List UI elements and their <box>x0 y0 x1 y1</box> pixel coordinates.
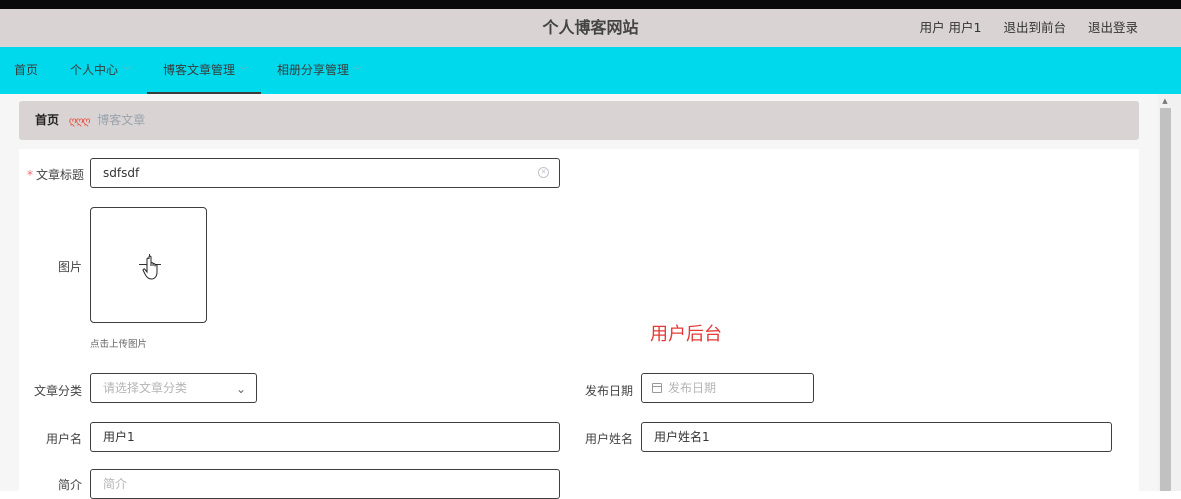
scroll-up-arrow-icon[interactable]: ▲ <box>1161 97 1169 105</box>
calendar-icon <box>652 383 662 393</box>
nav-item-blog-articles[interactable]: 博客文章管理 ﹀ <box>147 47 261 94</box>
username-input[interactable]: 用户1 <box>90 422 560 452</box>
breadcrumb-separator: ღღღ <box>68 116 91 127</box>
chevron-down-icon: ﹀ <box>239 67 249 77</box>
nav-item-label: 首页 <box>14 63 39 77</box>
hand-cursor-icon <box>142 255 158 280</box>
chevron-down-icon: ⌄ <box>235 382 246 396</box>
username-label: 用户名 <box>45 432 82 446</box>
breadcrumb-current: 博客文章 <box>97 113 146 127</box>
goto-front-link[interactable]: 退出到前台 <box>1003 20 1066 35</box>
intro-label: 简介 <box>57 478 82 492</box>
realname-value: 用户姓名1 <box>654 430 710 444</box>
title-input[interactable]: sdfsdf ✕ <box>90 158 560 188</box>
window-top-strip <box>0 0 1181 9</box>
realname-input[interactable]: 用户姓名1 <box>641 422 1112 452</box>
publish-date-label: 发布日期 <box>584 384 633 398</box>
upload-tip: 点击上传图片 <box>90 339 148 350</box>
publish-date-placeholder: 发布日期 <box>668 381 717 395</box>
overlay-text: 用户后台 <box>650 324 722 345</box>
nav-item-label: 博客文章管理 <box>163 63 236 77</box>
nav-item-personal-center[interactable]: 个人中心 ﹀ <box>70 47 131 94</box>
category-select[interactable]: 请选择文章分类 ⌄ <box>90 373 257 403</box>
title-input-value: sdfsdf <box>103 166 140 180</box>
intro-input[interactable]: 简介 <box>90 469 560 499</box>
header-actions: 用户 用户1 退出到前台 退出登录 <box>920 9 1138 47</box>
logout-link[interactable]: 退出登录 <box>1088 20 1138 35</box>
title-label: * 文章标题 <box>4 166 84 183</box>
breadcrumb: 首页 ღღღ 博客文章 <box>19 101 1139 140</box>
username-value: 用户1 <box>103 430 135 444</box>
realname-label: 用户姓名 <box>584 432 633 446</box>
required-mark: * <box>26 168 33 182</box>
category-label: 文章分类 <box>33 384 82 398</box>
main-nav: 首页 个人中心 ﹀ 博客文章管理 ﹀ 相册分享管理 ﹀ <box>0 47 1181 94</box>
image-label: 图片 <box>57 260 82 274</box>
clear-icon[interactable]: ✕ <box>538 167 549 178</box>
nav-item-label: 相册分享管理 <box>277 63 350 77</box>
title-label-text: 文章标题 <box>35 168 84 182</box>
intro-placeholder: 简介 <box>103 477 128 491</box>
chevron-down-icon: ﹀ <box>122 67 132 77</box>
nav-item-album-share[interactable]: 相册分享管理 ﹀ <box>277 47 362 94</box>
nav-item-label: 个人中心 <box>70 63 119 77</box>
breadcrumb-home[interactable]: 首页 <box>35 113 59 127</box>
publish-date-input[interactable]: 发布日期 <box>641 373 814 403</box>
top-header: 个人博客网站 用户 用户1 退出到前台 退出登录 <box>0 9 1181 47</box>
chevron-down-icon: ﹀ <box>353 67 363 77</box>
nav-item-home[interactable]: 首页 <box>14 47 38 94</box>
category-placeholder: 请选择文章分类 <box>103 381 188 395</box>
scrollbar-thumb[interactable] <box>1160 108 1171 491</box>
current-user: 用户 用户1 <box>919 20 982 35</box>
